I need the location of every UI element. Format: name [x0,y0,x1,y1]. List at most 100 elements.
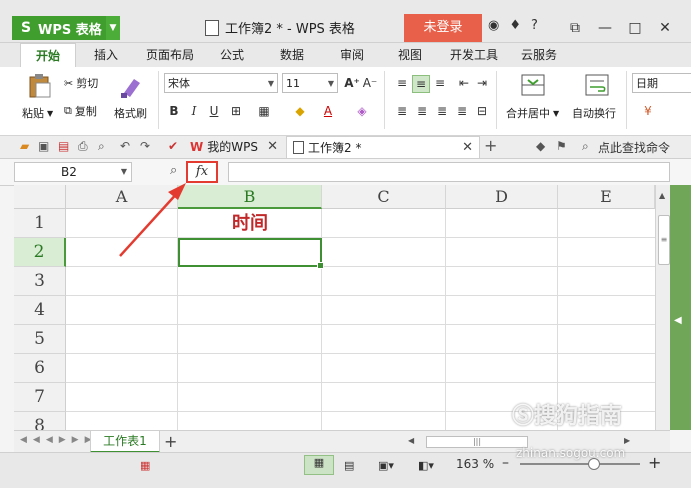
cut-button[interactable]: ✂ 剪切 [64,75,98,91]
undo-icon[interactable]: ↶ [120,139,130,153]
row-header-4[interactable]: 4 [14,296,66,325]
paste-label[interactable]: 粘贴 ▼ [22,105,53,121]
insert-function-button[interactable]: fx [186,161,218,183]
column-header-a[interactable]: A [66,185,178,209]
justify-icon[interactable]: ≣ [454,103,470,119]
font-color-icon[interactable]: A [320,103,336,119]
fill-handle[interactable] [317,262,324,269]
tab-document[interactable]: 工作簿2 * ✕ [286,136,480,158]
format-painter-button[interactable] [118,73,148,99]
reading-mode-icon[interactable]: ◧▾ [418,459,434,472]
wrap-text-label[interactable]: 自动换行 [572,105,616,121]
row-header-7[interactable]: 7 [14,383,66,412]
minimize-icon[interactable]: — [590,16,620,40]
tab-insert[interactable]: 插入 [84,43,128,67]
align-middle-icon[interactable]: ≡ [412,75,430,93]
scroll-right-icon[interactable]: ▶ [624,436,630,445]
zoom-in-button[interactable]: + [648,453,661,472]
tab-cloud[interactable]: 云服务 [512,43,566,67]
find-command[interactable]: 点此查找命令 [598,139,670,156]
maximize-icon[interactable]: □ [620,16,650,40]
tab-review[interactable]: 审阅 [330,43,374,67]
hscroll-thumb[interactable]: ||| [426,436,528,448]
align-left-icon[interactable]: ≣ [394,103,410,119]
row-header-2[interactable]: 2 [14,238,66,267]
font-name-select[interactable]: 宋体 ▼ [164,73,278,93]
sheet-tab-1[interactable]: 工作表1 [90,431,160,453]
fill-color-icon[interactable]: ◆ [292,103,308,119]
align-right-icon[interactable]: ≣ [434,103,450,119]
zoom-slider[interactable] [520,458,640,470]
underline-button[interactable]: U [206,103,222,119]
name-box[interactable]: B2 ▼ [14,162,132,182]
page-layout-view-icon[interactable]: ▣▾ [378,459,394,472]
border-icon[interactable]: ⊞ [228,103,244,119]
column-header-b[interactable]: B [178,185,322,209]
indent-increase-icon[interactable]: ⇥ [474,75,490,91]
formula-input[interactable] [228,162,670,182]
number-format-select[interactable]: 日期 [632,73,691,93]
shirt-icon[interactable]: ♦ [509,18,521,33]
tab-page-layout[interactable]: 页面布局 [138,43,202,67]
row-header-8[interactable]: 8 [14,412,66,430]
row-header-3[interactable]: 3 [14,267,66,296]
dropbox-icon[interactable]: ◆ [536,139,545,153]
close-icon[interactable]: ✕ [650,16,680,40]
distribute-icon[interactable]: ⊟ [474,103,490,119]
column-header-d[interactable]: D [446,185,558,209]
search-icon[interactable]: ⌕ [582,139,589,154]
row-header-6[interactable]: 6 [14,354,66,383]
restore-icon[interactable]: ⧉ [560,16,590,40]
scroll-up-icon[interactable]: ▲ [659,191,665,200]
zoom-level[interactable]: 163 % [456,457,494,471]
italic-button[interactable]: I [186,103,202,119]
clear-format-icon[interactable]: ◈ [354,103,370,119]
indent-decrease-icon[interactable]: ⇤ [456,75,472,91]
paste-button[interactable] [24,73,54,99]
skin-icon[interactable]: ◉ [488,18,499,33]
active-cell-b2[interactable] [178,238,324,269]
align-center-icon[interactable]: ≣ [414,103,430,119]
tab-home[interactable]: 开始 [20,43,76,68]
close-icon[interactable]: ✕ [267,136,278,158]
column-header-c[interactable]: C [322,185,446,209]
currency-icon[interactable]: ¥ [640,103,656,119]
row-header-5[interactable]: 5 [14,325,66,354]
merge-center-button[interactable] [520,73,550,99]
print-preview-icon[interactable]: ⌕ [98,139,105,154]
bold-button[interactable]: B [166,103,182,119]
page-break-view-icon[interactable]: ▤ [344,459,354,472]
row-header-1[interactable]: 1 [14,209,66,238]
copy-button[interactable]: ⧉ 复制 [64,103,97,119]
export-pdf-icon[interactable]: ▤ [58,139,69,153]
help-icon[interactable]: ? [531,18,538,33]
sheet-nav-icons[interactable]: ◀◀◀▶▶▶ [20,435,98,445]
merge-center-label[interactable]: 合并居中 ▼ [506,105,559,121]
open-folder-icon[interactable]: ▰ [20,139,29,153]
close-icon[interactable]: ✕ [462,137,473,159]
tab-my-wps[interactable]: W 我的WPS ✕ [184,136,284,158]
format-painter-label[interactable]: 格式刷 [114,105,147,121]
column-header-e[interactable]: E [558,185,655,209]
wrap-text-button[interactable] [584,73,614,99]
vertical-scrollbar[interactable]: ▲ ≡ [655,185,671,430]
add-sheet-button[interactable]: + [164,431,177,453]
zoom-search-icon[interactable]: ⌕ [170,163,177,178]
new-tab-plus-icon[interactable]: + [484,136,497,155]
normal-view-icon[interactable]: ▦ [304,455,334,475]
tab-data[interactable]: 数据 [270,43,314,67]
app-menu-button[interactable]: S WPS 表格 ▼ [12,16,120,40]
share-icon[interactable]: ⚑ [556,139,567,153]
zoom-out-button[interactable]: – [502,455,509,471]
redo-icon[interactable]: ↷ [140,139,150,153]
cell-b1[interactable]: 时间 [178,209,322,238]
fill-pattern-icon[interactable]: ▦ [256,103,272,119]
customize-icon[interactable]: ✔ [168,139,178,153]
scroll-thumb[interactable]: ≡ [658,215,670,265]
tab-view[interactable]: 视图 [388,43,432,67]
decrease-font-icon[interactable]: A⁻ [362,75,378,91]
calendar-icon[interactable]: ▦ [140,459,150,472]
tab-formula[interactable]: 公式 [210,43,254,67]
print-icon[interactable]: ⎙ [78,139,88,154]
increase-font-icon[interactable]: A⁺ [344,75,360,91]
